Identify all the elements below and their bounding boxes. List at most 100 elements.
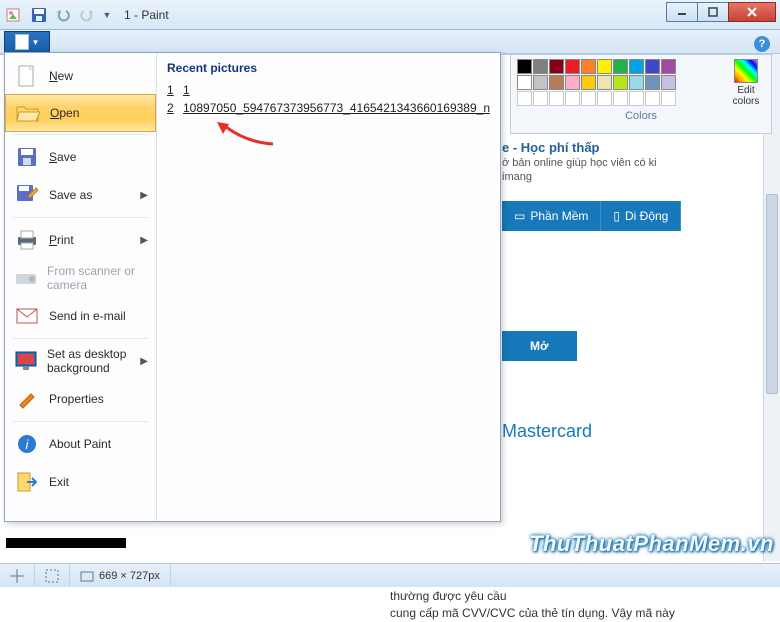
color-swatch[interactable] <box>581 59 596 74</box>
colors-ribbon-group: Edit colors Colors <box>510 54 772 134</box>
menu-open[interactable]: Open <box>5 94 156 132</box>
color-swatch[interactable] <box>533 59 548 74</box>
new-icon <box>15 64 39 88</box>
menu-from-scanner[interactable]: From scanner or camera <box>5 259 156 297</box>
app-icon <box>4 6 22 24</box>
menu-send-email[interactable]: Send in e-mail <box>5 297 156 335</box>
color-swatch[interactable] <box>565 59 580 74</box>
window-titlebar: ▼ 1 - Paint <box>0 0 780 30</box>
save-icon <box>15 145 39 169</box>
chevron-down-icon: ▼ <box>32 38 40 47</box>
color-swatch[interactable] <box>533 75 548 90</box>
color-swatch[interactable] <box>613 59 628 74</box>
selection-icon <box>45 569 59 583</box>
color-swatch[interactable] <box>661 59 676 74</box>
recent-item[interactable]: 2 10897050_594767373956773_4165421343660… <box>167 101 490 115</box>
custom-color-slot[interactable] <box>629 91 644 106</box>
scrollbar-thumb[interactable] <box>766 194 778 394</box>
status-bar: 669 × 727px <box>0 563 780 587</box>
content-subtext: imang <box>502 171 760 183</box>
recent-pictures-heading: Recent pictures <box>167 61 490 75</box>
colors-group-label: Colors <box>517 110 765 122</box>
content-heading: e - Học phí thấp <box>502 140 760 155</box>
menu-save[interactable]: Save <box>5 138 156 176</box>
properties-icon <box>15 387 39 411</box>
menu-set-desktop[interactable]: Set as desktop background ▶ <box>5 342 156 380</box>
color-swatch[interactable] <box>581 75 596 90</box>
annotation-arrow <box>215 120 275 150</box>
qat-undo-icon[interactable] <box>52 4 74 26</box>
content-subtext: ờ bản online giúp học viên có ki <box>502 157 760 169</box>
color-swatch[interactable] <box>613 75 628 90</box>
monitor-icon: ▭ <box>514 209 525 223</box>
mastercard-link[interactable]: Mastercard <box>502 421 760 442</box>
color-swatch[interactable] <box>597 59 612 74</box>
color-swatch[interactable] <box>549 75 564 90</box>
submenu-arrow-icon: ▶ <box>140 235 148 246</box>
qat-redo-icon[interactable] <box>76 4 98 26</box>
color-swatch[interactable] <box>629 75 644 90</box>
qat-save-icon[interactable] <box>28 4 50 26</box>
submenu-arrow-icon: ▶ <box>140 190 148 201</box>
mobile-icon: ▯ <box>613 209 620 223</box>
menu-about[interactable]: i About Paint <box>5 425 156 463</box>
menu-separator <box>13 338 148 339</box>
color-swatch[interactable] <box>565 75 580 90</box>
save-as-icon <box>15 183 39 207</box>
open-button[interactable]: Mở <box>502 331 577 361</box>
exit-icon <box>15 470 39 494</box>
rainbow-icon <box>734 59 758 83</box>
menu-new[interactable]: New <box>5 57 156 95</box>
help-icon[interactable]: ? <box>754 36 770 52</box>
custom-color-slot[interactable] <box>645 91 660 106</box>
canvas-content-strip <box>6 538 126 548</box>
color-swatch[interactable] <box>517 75 532 90</box>
menu-separator <box>13 421 148 422</box>
recent-item[interactable]: 1 1 <box>167 83 490 97</box>
custom-color-slot[interactable] <box>581 91 596 106</box>
custom-color-slot[interactable] <box>613 91 628 106</box>
custom-color-slot[interactable] <box>549 91 564 106</box>
window-title: 1 - Paint <box>124 8 169 22</box>
edit-colors-button[interactable]: Edit colors <box>727 59 765 107</box>
color-swatch[interactable] <box>645 75 660 90</box>
custom-color-slot[interactable] <box>517 91 532 106</box>
body-text: thường được yêu cầu cung cấp mã CVV/CVC … <box>390 588 750 622</box>
crosshair-icon <box>10 569 24 583</box>
scanner-icon <box>15 266 37 290</box>
custom-color-slot[interactable] <box>533 91 548 106</box>
file-tab-button[interactable]: ▼ <box>4 31 50 53</box>
selection-size <box>35 564 70 587</box>
color-swatch[interactable] <box>629 59 644 74</box>
maximize-button[interactable] <box>697 2 729 22</box>
dimensions-icon <box>80 569 94 583</box>
color-swatch[interactable] <box>597 75 612 90</box>
cursor-position <box>0 564 35 587</box>
submenu-arrow-icon: ▶ <box>140 356 148 367</box>
canvas-size: 669 × 727px <box>70 564 171 587</box>
color-swatch[interactable] <box>549 59 564 74</box>
close-button[interactable] <box>728 2 776 22</box>
custom-color-slot[interactable] <box>597 91 612 106</box>
tab-mobile[interactable]: ▯Di Động <box>601 201 681 231</box>
print-icon <box>15 228 39 252</box>
ribbon-tab-row: ▼ <box>0 30 780 54</box>
custom-color-slot[interactable] <box>565 91 580 106</box>
open-folder-icon <box>16 101 40 125</box>
document-icon <box>15 34 29 50</box>
color-swatch[interactable] <box>645 59 660 74</box>
desktop-icon <box>15 349 37 373</box>
color-swatch[interactable] <box>517 59 532 74</box>
custom-color-slot[interactable] <box>661 91 676 106</box>
qat-customize-icon[interactable]: ▼ <box>100 4 114 26</box>
menu-properties[interactable]: Properties <box>5 380 156 418</box>
tab-software[interactable]: ▭Phần Mềm <box>502 201 601 231</box>
menu-exit[interactable]: Exit <box>5 463 156 501</box>
color-swatch[interactable] <box>661 75 676 90</box>
minimize-button[interactable] <box>666 2 698 22</box>
menu-save-as[interactable]: Save as ▶ <box>5 176 156 214</box>
menu-print[interactable]: Print ▶ <box>5 221 156 259</box>
page-content: e - Học phí thấp ờ bản online giúp học v… <box>502 140 760 442</box>
menu-separator <box>13 134 148 135</box>
menu-separator <box>13 217 148 218</box>
